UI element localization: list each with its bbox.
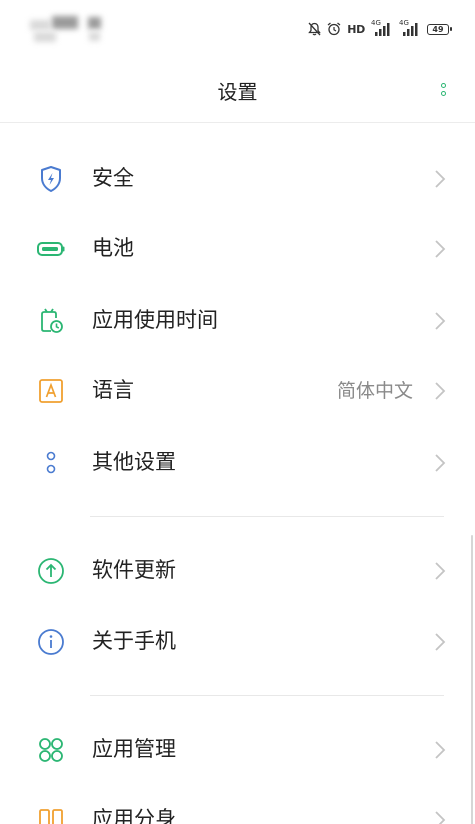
settings-item-battery[interactable]: 电池 — [0, 213, 475, 283]
blurred-carrier-info — [52, 16, 78, 29]
chevron-right-icon — [433, 379, 447, 403]
mute-bell-icon — [308, 22, 322, 36]
chevron-right-icon — [433, 630, 447, 654]
cellular-signal-2: 4G — [399, 19, 421, 37]
app-management-icon — [36, 735, 66, 765]
group-divider — [90, 516, 444, 517]
settings-item-label: 关于手机 — [92, 629, 176, 653]
cellular-signal-1: 4G — [371, 19, 393, 37]
settings-item-label: 电池 — [92, 236, 134, 260]
chevron-right-icon — [433, 738, 447, 762]
status-icons: HD 4G 4G 49 — [308, 19, 452, 39]
chevron-right-icon — [433, 237, 447, 261]
group-divider — [90, 695, 444, 696]
language-icon — [36, 376, 66, 406]
info-icon — [36, 627, 66, 657]
settings-item-label: 安全 — [92, 166, 134, 190]
settings-item-about-phone[interactable]: 关于手机 — [0, 606, 475, 676]
blurred-carrier-info — [34, 32, 56, 42]
chevron-right-icon — [433, 559, 447, 583]
settings-item-other-settings[interactable]: 其他设置 — [0, 427, 475, 497]
network-type-label: 4G — [399, 19, 409, 27]
app-clone-icon — [36, 805, 66, 824]
software-update-icon — [36, 556, 66, 586]
settings-item-app-management[interactable]: 应用管理 — [0, 714, 475, 784]
more-options-button[interactable] — [433, 74, 453, 104]
more-dot — [440, 82, 446, 88]
settings-item-label: 软件更新 — [92, 558, 176, 582]
chevron-right-icon — [433, 451, 447, 475]
scrollbar-thumb[interactable] — [471, 535, 473, 824]
settings-item-app-clone[interactable]: 应用分身 — [0, 784, 475, 824]
settings-item-app-usage-time[interactable]: 应用使用时间 — [0, 285, 475, 355]
network-type-label: 4G — [371, 19, 381, 27]
title-divider — [0, 122, 475, 123]
settings-item-label: 应用管理 — [92, 737, 176, 761]
settings-item-language[interactable]: 语言 简体中文 — [0, 355, 475, 425]
blurred-carrier-info — [89, 32, 100, 41]
chevron-right-icon — [433, 808, 447, 824]
status-bar: HD 4G 4G 49 — [0, 0, 475, 58]
blurred-carrier-info — [30, 20, 50, 30]
app-usage-time-icon — [36, 306, 66, 336]
language-current-value: 简体中文 — [336, 380, 413, 402]
battery-level: 49 — [432, 24, 444, 34]
settings-screen: HD 4G 4G 49 设置 安全 电池 应用使用时间 语言 简体中文 其他设置… — [0, 0, 475, 824]
page-title: 设置 — [217, 80, 258, 104]
settings-item-label: 应用使用时间 — [92, 308, 218, 332]
hd-voice-indicator: HD — [347, 22, 365, 36]
settings-item-label: 其他设置 — [92, 450, 176, 474]
battery-icon — [36, 234, 66, 264]
settings-item-label: 语言 — [92, 378, 134, 402]
title-bar: 设置 — [0, 58, 475, 122]
alarm-clock-icon — [327, 22, 341, 36]
settings-item-software-update[interactable]: 软件更新 — [0, 535, 475, 605]
settings-item-security[interactable]: 安全 — [0, 143, 475, 213]
other-settings-icon — [36, 448, 66, 478]
shield-icon — [36, 164, 66, 194]
battery-indicator-icon: 49 — [427, 23, 452, 35]
blurred-carrier-info — [88, 17, 101, 29]
chevron-right-icon — [433, 309, 447, 333]
chevron-right-icon — [433, 167, 447, 191]
settings-item-label: 应用分身 — [92, 807, 176, 824]
more-dot — [440, 90, 446, 96]
